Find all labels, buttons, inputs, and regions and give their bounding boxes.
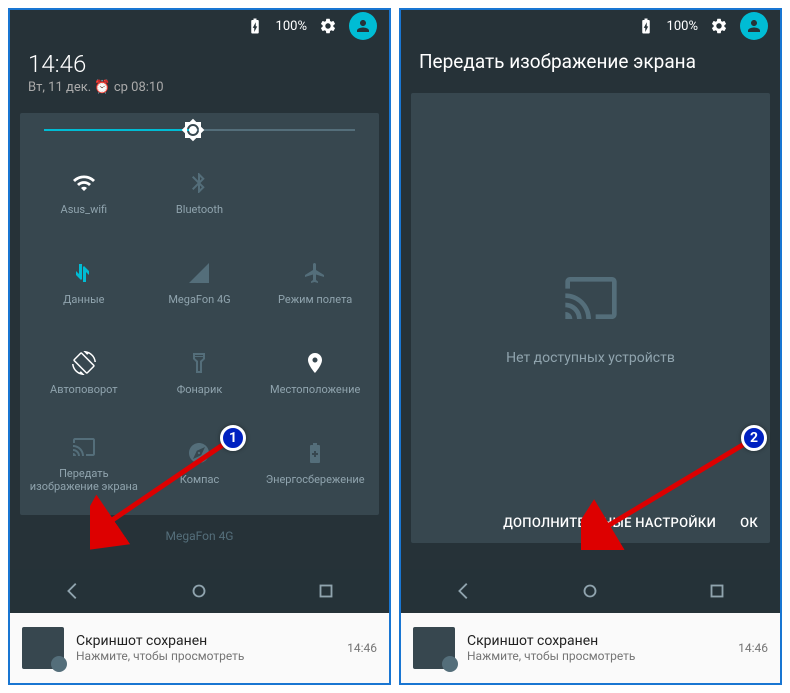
user-avatar[interactable] (740, 12, 768, 40)
wifi-icon (72, 171, 96, 195)
tile-label: Asus_wifi (61, 203, 108, 216)
nav-home-icon[interactable] (188, 580, 210, 602)
tile-label: Bluetooth (176, 203, 223, 216)
annotation-arrow-2 (581, 430, 761, 550)
notification-card[interactable]: Скриншот сохранен Нажмите, чтобы просмот… (10, 613, 389, 683)
tile-autorotate[interactable]: Автоповорот (28, 331, 140, 417)
tile-signal[interactable]: MegaFon 4G (144, 241, 256, 327)
signal-icon (187, 261, 211, 285)
status-bar: 100% (401, 10, 780, 42)
battery-saver-icon (303, 441, 327, 465)
tile-wifi[interactable]: Asus_wifi (28, 151, 140, 237)
airplane-icon (303, 261, 327, 285)
settings-icon[interactable] (319, 17, 337, 35)
autorotate-icon (72, 351, 96, 375)
nav-bar (10, 569, 389, 613)
nav-recent-icon[interactable] (706, 580, 728, 602)
notification-thumbnail (413, 627, 455, 669)
cast-empty-text: Нет доступных устройств (506, 350, 675, 366)
notification-thumbnail (22, 627, 64, 669)
notification-subtitle: Нажмите, чтобы просмотреть (467, 649, 738, 663)
tile-label: Режим полета (278, 293, 352, 306)
tile-label: Данные (63, 293, 104, 306)
nav-recent-icon[interactable] (315, 580, 337, 602)
nav-home-icon[interactable] (579, 580, 601, 602)
battery-charging-icon (637, 17, 655, 35)
phone-screenshot-right: 100% Передать изображение экрана Нет дос… (399, 8, 782, 685)
tile-label: Энергосбережение (266, 473, 365, 486)
nav-back-icon[interactable] (62, 580, 84, 602)
brightness-slider[interactable] (28, 129, 371, 151)
tile-location[interactable]: Местоположение (259, 331, 371, 417)
battery-percent: 100% (276, 19, 307, 34)
nav-bar (401, 569, 780, 613)
tile-bluetooth[interactable]: Bluetooth (144, 151, 256, 237)
tile-airplane[interactable]: Режим полета (259, 241, 371, 327)
data-icon (72, 261, 96, 285)
user-avatar[interactable] (349, 12, 377, 40)
date-text: Вт, 11 дек. (28, 80, 91, 95)
tile-battery-saver[interactable]: Энергосбережение (259, 421, 371, 507)
cast-icon (563, 270, 619, 326)
location-icon (303, 351, 327, 375)
notification-time: 14:46 (347, 641, 377, 655)
notification-subtitle: Нажмите, чтобы просмотреть (76, 649, 347, 663)
settings-icon[interactable] (710, 17, 728, 35)
tile-label: Автоповорот (50, 383, 118, 396)
notification-title: Скриншот сохранен (467, 633, 738, 649)
alarm-icon: ⏰ (94, 80, 113, 95)
clock-block: 14:46 Вт, 11 дек. ⏰ ср 08:10 (10, 42, 389, 103)
notification-card[interactable]: Скриншот сохранен Нажмите, чтобы просмот… (401, 613, 780, 683)
status-bar: 100% (10, 10, 389, 42)
flashlight-icon (187, 351, 211, 375)
notification-time: 14:46 (738, 641, 768, 655)
tile-label: Фонарик (177, 383, 223, 396)
battery-charging-icon (246, 17, 264, 35)
battery-percent: 100% (667, 19, 698, 34)
tile-label: Местоположение (270, 383, 360, 396)
tile-label: MegaFon 4G (168, 293, 230, 306)
tile-flashlight[interactable]: Фонарик (144, 331, 256, 417)
phone-screenshot-left: 100% 14:46 Вт, 11 дек. ⏰ ср 08:10 Asus_w… (8, 8, 391, 685)
nav-back-icon[interactable] (453, 580, 475, 602)
brightness-icon (181, 118, 205, 142)
time-text: 14:46 (28, 50, 371, 78)
tile-data[interactable]: Данные (28, 241, 140, 327)
annotation-arrow-1 (90, 430, 240, 550)
cast-screen-title: Передать изображение экрана (401, 42, 780, 83)
bluetooth-icon (187, 171, 211, 195)
notification-title: Скриншот сохранен (76, 633, 347, 649)
alarm-text: ср 08:10 (114, 80, 164, 95)
